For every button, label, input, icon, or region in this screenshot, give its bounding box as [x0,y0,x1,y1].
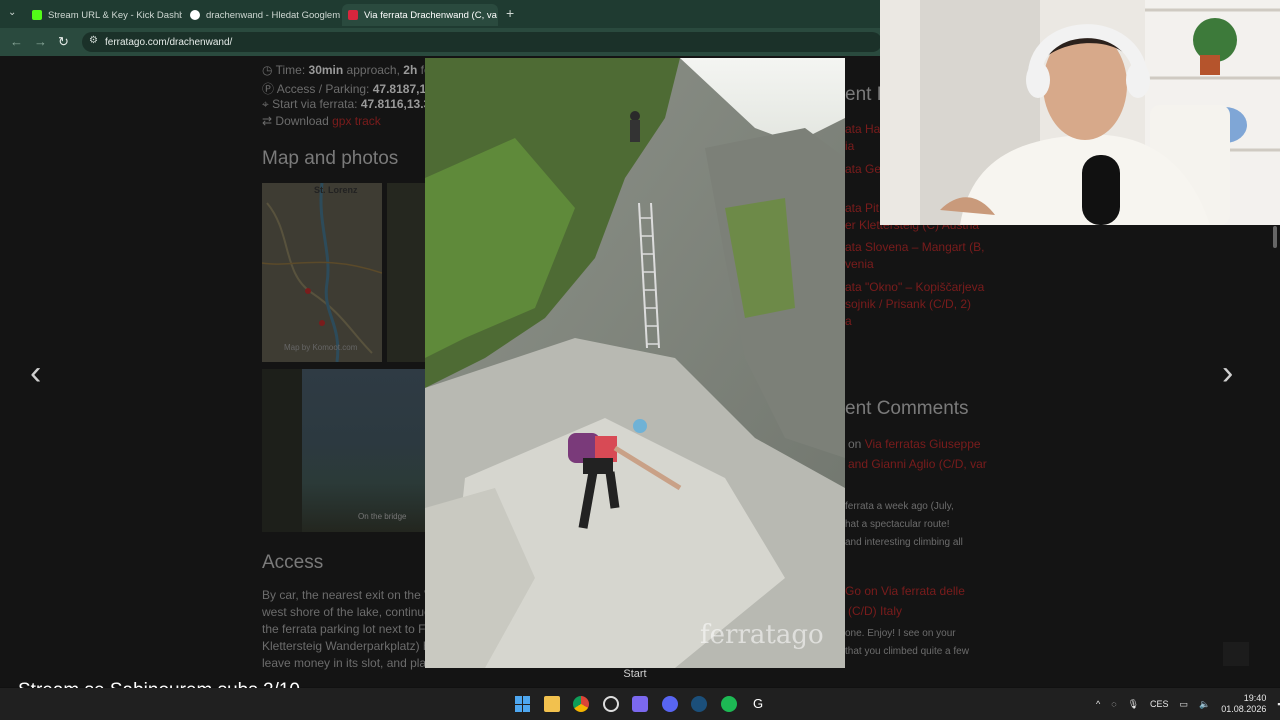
location-pin-icon: ⌖ [262,97,269,111]
windows-start-icon[interactable] [515,696,531,712]
scrollbar-thumb[interactable] [1273,226,1277,248]
file-explorer-icon[interactable] [544,696,560,712]
network-icon[interactable]: ◌ [1111,699,1116,709]
comment-line: and interesting climbing all [845,537,963,548]
via-ferrata-photo: ferratago [425,58,845,668]
clock-time: 19:40 [1243,693,1267,703]
photo-thumbnail[interactable] [387,183,425,362]
steam-icon[interactable] [691,696,707,712]
system-tray: ^ ◌ 🎙 CES ▭ 🔈 19:40 01.08.2026 ▪ [1096,688,1280,720]
recent-post-link[interactable]: ata Slovena – Mangart (B, [845,240,984,254]
address-bar[interactable]: ⚙ ferratago.com/drachenwand/ [82,32,882,52]
access-line: Klettersteig Wanderparkplatz) ha [262,639,437,653]
spotify-icon[interactable] [721,696,737,712]
lightbox-next-button[interactable]: › [1222,354,1233,393]
chevron-up-icon[interactable]: ^ [1096,699,1100,709]
recent-post-link[interactable]: ata Pit [845,201,879,215]
reload-icon[interactable]: ↻ [58,34,69,50]
start-info: ⌖ Start via ferrata: 47.8116,13.3 [262,97,431,111]
recent-post-link[interactable]: ia [845,139,854,153]
kick-favicon-icon [32,10,42,20]
comment-line: Go on Via ferrata delle [845,584,965,598]
site-info-icon[interactable]: ⚙ [89,35,98,46]
map-photos-heading: Map and photos [262,148,399,169]
volume-icon[interactable]: 🔈 [1199,699,1210,710]
webcam-feed [880,0,1280,225]
map-thumbnail[interactable]: St. Lorenz Map by Komoot.com [261,182,383,363]
recent-post-link[interactable]: venia [845,257,874,271]
comment-line: that you climbed quite a few [845,646,969,657]
recent-post-link[interactable]: ata Ge [845,162,881,176]
tab-google-search[interactable]: drachenwand - Hledat Googlem × [184,4,340,26]
clock-date: 01.08.2026 [1221,704,1267,714]
back-icon[interactable]: ← [10,34,23,49]
clock-icon: ◷ [262,63,273,77]
access-line: west shore of the lake, continue [262,605,431,619]
microphone-icon[interactable]: 🎙 [1128,699,1139,710]
comment-line: one. Enjoy! I see on your [845,628,956,639]
app-icon[interactable] [603,696,619,712]
windows-taskbar: G ^ ◌ 🎙 CES ▭ 🔈 19:40 01.08.2026 ▪ [0,688,1280,720]
lightbox-caption: Start [623,668,647,680]
watermark-text: ferratago [700,620,824,650]
recent-post-link[interactable]: ata Ha [845,122,880,136]
comment-line: hat a spectacular route! [845,519,950,530]
forward-icon[interactable]: → [34,34,47,49]
time-info: ◷ Time: 30min approach, 2h fe [262,63,431,77]
url-text: ferratago.com/drachenwand/ [105,36,233,48]
parking-icon: Ⓟ [262,82,275,96]
new-tab-button[interactable]: + [506,5,514,21]
google-favicon-icon [190,10,200,20]
tab-ferratago[interactable]: Via ferrata Drachenwand (C, va × [342,4,498,26]
route-icon: ⇄ [262,114,273,128]
discord-icon[interactable] [662,696,678,712]
recent-post-link[interactable]: sojnik / Prisank (C/D, 2) [845,297,971,311]
photo-caption: On the bridge [358,512,407,521]
tab-kick-dashboard[interactable]: Stream URL & Key - Kick Dashb × [26,4,182,26]
back-to-top-button[interactable] [1223,642,1249,666]
map-town-label: St. Lorenz [314,185,358,195]
access-line: the ferrata parking lot next to Fe [262,622,433,636]
access-line: leave money in its slot, and plac [262,656,433,670]
recent-post-link[interactable]: a [845,314,852,328]
access-heading: Access [262,552,324,573]
chrome-icon[interactable] [573,696,589,712]
tab-search-dropdown-icon[interactable]: ⌄ [8,7,16,18]
webcam-overlay [880,0,1280,225]
access-line: By car, the nearest exit on the W [262,588,436,602]
display-icon[interactable]: ▭ [1180,699,1189,710]
recent-comments-heading: ent Comments [845,398,969,419]
clock[interactable]: 19:40 01.08.2026 [1221,693,1266,715]
download-info: ⇄ Download gpx track [262,114,381,128]
map-credit: Map by Komoot.com [284,343,358,352]
comment-line: ferrata a week ago (July, [845,501,954,512]
comment-link[interactable]: and Gianni Aglio (C/D, var [848,457,987,471]
app-icon[interactable]: G [750,696,766,712]
bridge-photo-thumbnail[interactable]: On the bridge [262,369,425,532]
language-indicator[interactable]: CES [1150,699,1169,709]
lightbox-prev-button[interactable]: ‹ [30,354,41,393]
tab-label: drachenwand - Hledat Googlem [206,9,340,21]
recent-post-link[interactable]: ata "Okno" – Kopiščarjeva [845,280,984,294]
rock-shape [262,369,302,532]
ferratago-favicon-icon [348,10,358,20]
lightbox-photo: ferratago [425,58,845,668]
gpx-track-link[interactable]: gpx track [332,114,381,128]
tab-label: Stream URL & Key - Kick Dashb [48,9,182,21]
tab-label: Via ferrata Drachenwand (C, va [364,9,497,21]
map-graphic [261,182,383,363]
calendar-app-icon[interactable] [632,696,648,712]
comment-link[interactable]: (C/D) Italy [848,604,902,618]
comment-line: on Via ferratas Giuseppe [848,437,981,451]
access-info: Ⓟ Access / Parking: 47.8187,13.3 [262,82,443,96]
